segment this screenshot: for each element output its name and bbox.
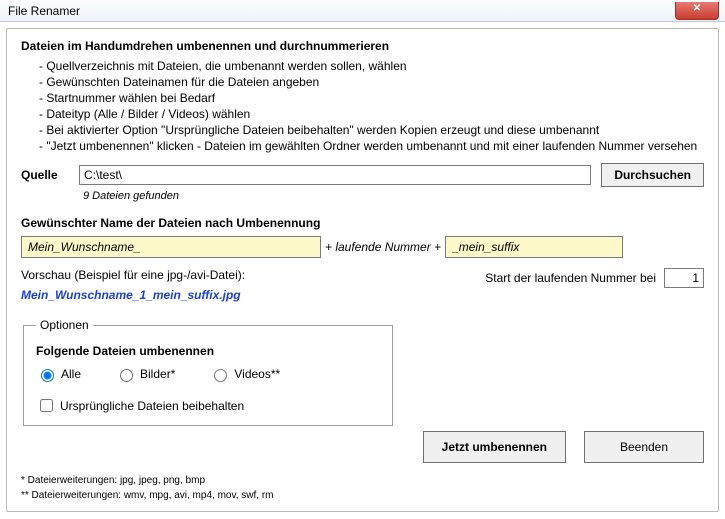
keep-original-checkbox[interactable]: Ursprüngliche Dateien beibehalten (36, 396, 380, 415)
footnotes: * Dateierweiterungen: jpg, jpeg, png, bm… (21, 473, 274, 503)
source-path-input[interactable] (79, 165, 591, 185)
preview-value: Mein_Wunschname_1_mein_suffix.jpg (21, 288, 245, 302)
files-found-text: 9 Dateien gefunden (83, 190, 704, 202)
instruction-item: Bei aktivierter Option "Ursprüngliche Da… (39, 123, 704, 137)
radio-all-input[interactable] (41, 369, 54, 382)
radio-all-label: Alle (61, 367, 81, 381)
rename-button[interactable]: Jetzt umbenennen (423, 431, 566, 463)
radio-videos-input[interactable] (214, 369, 227, 382)
naming-heading: Gewünschter Name der Dateien nach Umbene… (21, 216, 704, 230)
prefix-input[interactable] (21, 236, 321, 258)
radio-images-input[interactable] (120, 369, 133, 382)
instruction-item: Dateityp (Alle / Bilder / Videos) wählen (39, 107, 704, 121)
instruction-item: "Jetzt umbenennen" klicken - Dateien im … (39, 139, 704, 153)
window-titlebar: File Renamer ✕ (0, 0, 725, 22)
options-subheading: Folgende Dateien umbenennen (36, 344, 380, 358)
window-close-button[interactable]: ✕ (675, 2, 719, 20)
window-title: File Renamer (8, 4, 80, 18)
instructions-heading: Dateien im Handumdrehen umbenennen und d… (21, 39, 704, 53)
suffix-input[interactable] (445, 236, 623, 258)
instruction-item: Gewünschten Dateinamen für die Dateien a… (39, 75, 704, 89)
preview-label: Vorschau (Beispiel für eine jpg-/avi-Dat… (21, 268, 245, 282)
start-number-label: Start der laufenden Nummer bei (485, 271, 656, 285)
source-label: Quelle (21, 168, 69, 182)
options-legend: Optionen (36, 318, 93, 332)
footnote-images: * Dateierweiterungen: jpg, jpeg, png, bm… (21, 473, 274, 488)
main-panel: Dateien im Handumdrehen umbenennen und d… (6, 28, 719, 512)
keep-original-label: Ursprüngliche Dateien beibehalten (60, 399, 244, 413)
exit-button[interactable]: Beenden (584, 431, 704, 463)
radio-videos-label: Videos** (234, 367, 280, 381)
radio-images[interactable]: Bilder* (115, 366, 175, 382)
radio-videos[interactable]: Videos** (209, 366, 280, 382)
instruction-item: Startnummer wählen bei Bedarf (39, 91, 704, 105)
start-number-input[interactable] (664, 268, 704, 288)
keep-original-input[interactable] (40, 399, 53, 412)
instructions-list: Quellverzeichnis mit Dateien, die umbena… (39, 59, 704, 153)
instruction-item: Quellverzeichnis mit Dateien, die umbena… (39, 59, 704, 73)
radio-all[interactable]: Alle (36, 366, 81, 382)
footnote-videos: ** Dateierweiterungen: wmv, mpg, avi, mp… (21, 488, 274, 503)
options-group: Optionen Folgende Dateien umbenennen All… (23, 318, 393, 426)
radio-images-label: Bilder* (140, 367, 175, 381)
join-text: + laufende Nummer + (325, 240, 441, 254)
browse-button[interactable]: Durchsuchen (601, 163, 704, 187)
